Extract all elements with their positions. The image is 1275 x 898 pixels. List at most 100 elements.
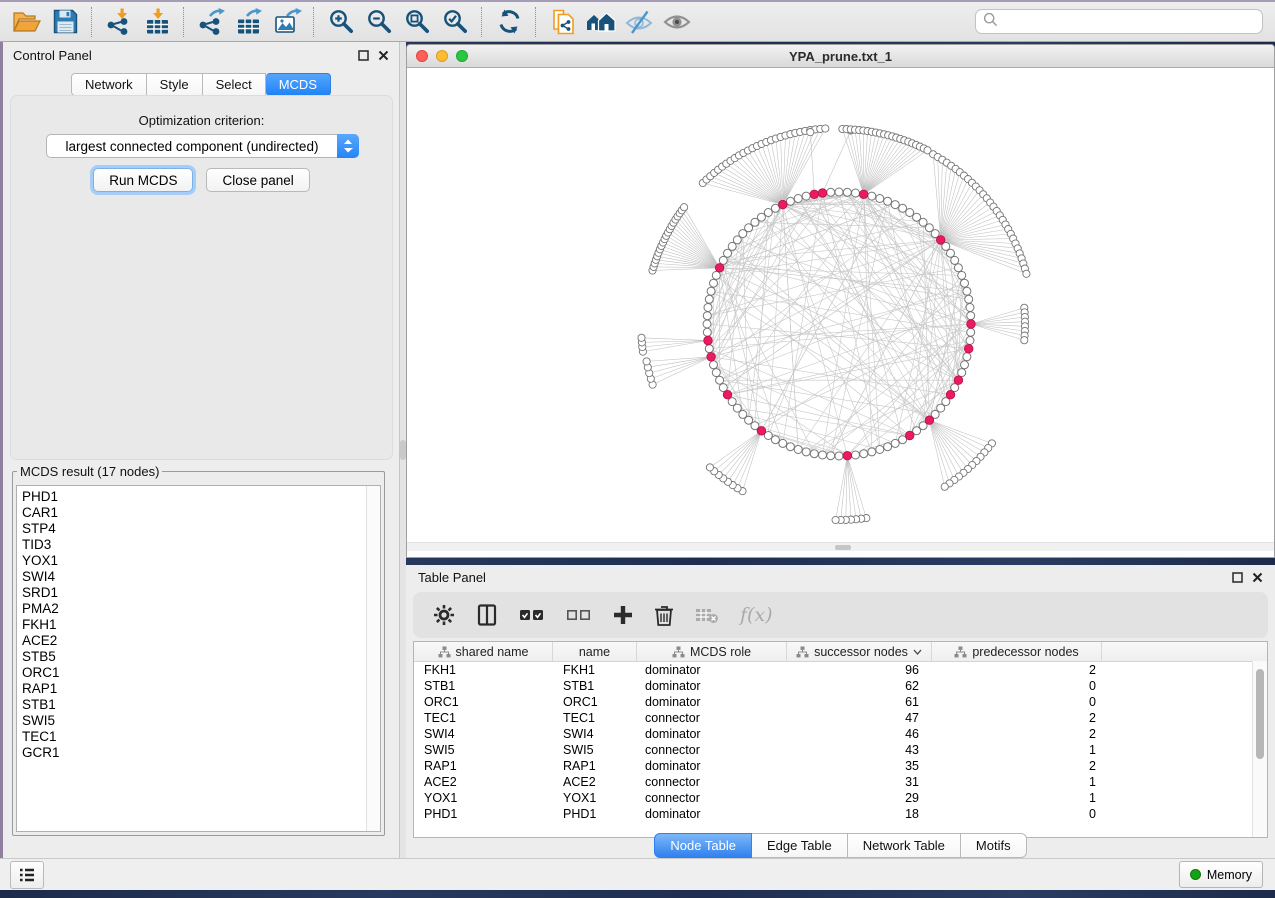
table-row[interactable]: SWI4SWI4dominator462 bbox=[414, 726, 1267, 742]
cell-successor: 43 bbox=[787, 743, 932, 757]
cell-successor: 61 bbox=[787, 695, 932, 709]
network-hscroll-thumb[interactable] bbox=[835, 545, 851, 550]
open-folder-icon[interactable] bbox=[8, 5, 46, 39]
close-panel-icon[interactable] bbox=[378, 50, 389, 61]
export-image-icon[interactable] bbox=[268, 5, 306, 39]
column-header-predecessor-nodes[interactable]: predecessor nodes bbox=[932, 642, 1102, 661]
close-table-panel-icon[interactable] bbox=[1252, 572, 1263, 583]
mcds-result-item[interactable]: TEC1 bbox=[22, 729, 367, 745]
table-row[interactable]: ORC1ORC1dominator610 bbox=[414, 694, 1267, 710]
tab-style[interactable]: Style bbox=[147, 73, 203, 96]
table-row[interactable]: TEC1TEC1connector472 bbox=[414, 710, 1267, 726]
delete-row-icon[interactable] bbox=[654, 604, 674, 626]
mcds-result-item[interactable]: PHD1 bbox=[22, 489, 367, 505]
column-header-MCDS-role[interactable]: MCDS role bbox=[637, 642, 787, 661]
mcds-result-box: PHD1CAR1STP4TID3YOX1SWI4SRD1PMA2FKH1ACE2… bbox=[16, 485, 381, 832]
zoom-in-icon[interactable] bbox=[322, 5, 360, 39]
add-row-icon[interactable] bbox=[613, 605, 633, 625]
settings-gear-icon[interactable] bbox=[433, 604, 455, 626]
tab-select[interactable]: Select bbox=[203, 73, 266, 96]
share-document-icon[interactable] bbox=[544, 5, 582, 39]
zoom-selected-icon[interactable] bbox=[436, 5, 474, 39]
import-network-icon[interactable] bbox=[100, 5, 138, 39]
export-table-icon[interactable] bbox=[230, 5, 268, 39]
mcds-result-item[interactable]: GCR1 bbox=[22, 745, 367, 761]
table-row[interactable]: YOX1YOX1connector291 bbox=[414, 790, 1267, 806]
float-panel-icon[interactable] bbox=[358, 50, 369, 61]
tab-network-table[interactable]: Network Table bbox=[848, 833, 961, 858]
column-header-name[interactable]: name bbox=[553, 642, 637, 661]
column-header-successor-nodes[interactable]: successor nodes bbox=[787, 642, 932, 661]
mcds-result-item[interactable]: SRD1 bbox=[22, 585, 367, 601]
mcds-result-item[interactable]: SWI5 bbox=[22, 713, 367, 729]
main-toolbar bbox=[0, 0, 1275, 42]
column-header-label: MCDS role bbox=[690, 645, 751, 659]
network-canvas[interactable] bbox=[407, 68, 1274, 551]
mcds-result-item[interactable]: TID3 bbox=[22, 537, 367, 553]
mcds-result-item[interactable]: SWI4 bbox=[22, 569, 367, 585]
show-all-icon[interactable] bbox=[658, 5, 696, 39]
table-row[interactable]: ACE2ACE2connector311 bbox=[414, 774, 1267, 790]
import-table-icon[interactable] bbox=[138, 5, 176, 39]
zoom-window-button[interactable] bbox=[456, 50, 468, 62]
first-neighbors-icon[interactable] bbox=[582, 5, 620, 39]
mcds-result-item[interactable]: FKH1 bbox=[22, 617, 367, 633]
mcds-result-item[interactable]: ACE2 bbox=[22, 633, 367, 649]
column-header-label: successor nodes bbox=[814, 645, 908, 659]
search-input[interactable] bbox=[1003, 13, 1255, 30]
cell-name: ORC1 bbox=[553, 695, 637, 709]
network-hscrollbar[interactable] bbox=[407, 542, 1274, 551]
search-box[interactable] bbox=[975, 9, 1263, 34]
cell-mcds_role: dominator bbox=[637, 679, 787, 693]
tab-edge-table[interactable]: Edge Table bbox=[752, 833, 848, 858]
refresh-icon[interactable] bbox=[490, 5, 528, 39]
optimization-criterion-label: Optimization criterion: bbox=[11, 113, 392, 128]
tab-node-table[interactable]: Node Table bbox=[654, 833, 752, 858]
show-columns-icon[interactable] bbox=[476, 604, 498, 626]
mcds-result-item[interactable]: CAR1 bbox=[22, 505, 367, 521]
mcds-result-item[interactable]: YOX1 bbox=[22, 553, 367, 569]
float-table-panel-icon[interactable] bbox=[1232, 572, 1243, 583]
zoom-out-icon[interactable] bbox=[360, 5, 398, 39]
delete-table-icon[interactable] bbox=[695, 606, 719, 624]
cell-shared_name: SWI5 bbox=[414, 743, 553, 757]
mcds-result-item[interactable]: RAP1 bbox=[22, 681, 367, 697]
mcds-result-scrollbar[interactable] bbox=[366, 486, 380, 831]
node-table-scroll-thumb[interactable] bbox=[1256, 669, 1264, 759]
task-history-button[interactable] bbox=[10, 861, 44, 889]
mcds-result-list[interactable]: PHD1CAR1STP4TID3YOX1SWI4SRD1PMA2FKH1ACE2… bbox=[17, 486, 367, 831]
table-row[interactable]: PHD1PHD1dominator180 bbox=[414, 806, 1267, 822]
mcds-result-item[interactable]: PMA2 bbox=[22, 601, 367, 617]
close-mcds-panel-button[interactable]: Close panel bbox=[206, 168, 309, 192]
tab-mcds[interactable]: MCDS bbox=[266, 73, 331, 96]
export-network-icon[interactable] bbox=[192, 5, 230, 39]
function-builder-icon[interactable]: f(x) bbox=[740, 604, 773, 626]
hide-selected-icon[interactable] bbox=[620, 5, 658, 39]
minimize-window-button[interactable] bbox=[436, 50, 448, 62]
table-row[interactable]: FKH1FKH1dominator962 bbox=[414, 662, 1267, 678]
run-mcds-button[interactable]: Run MCDS bbox=[93, 168, 193, 192]
mcds-result-item[interactable]: STB1 bbox=[22, 697, 367, 713]
table-panel-header: Table Panel bbox=[406, 565, 1275, 589]
tab-network[interactable]: Network bbox=[71, 73, 147, 96]
mcds-result-item[interactable]: ORC1 bbox=[22, 665, 367, 681]
table-row[interactable]: RAP1RAP1dominator352 bbox=[414, 758, 1267, 774]
memory-button[interactable]: Memory bbox=[1179, 861, 1263, 888]
mcds-result-item[interactable]: STB5 bbox=[22, 649, 367, 665]
close-window-button[interactable] bbox=[416, 50, 428, 62]
table-row[interactable]: STB1STB1dominator620 bbox=[414, 678, 1267, 694]
node-table[interactable]: shared namename MCDS role successor nodes p… bbox=[413, 641, 1268, 838]
zoom-fit-icon[interactable] bbox=[398, 5, 436, 39]
mcds-result-item[interactable]: STP4 bbox=[22, 521, 367, 537]
table-row[interactable]: SWI5SWI5connector431 bbox=[414, 742, 1267, 758]
save-icon[interactable] bbox=[46, 5, 84, 39]
select-all-icon[interactable] bbox=[519, 607, 545, 623]
control-panel-tabs: NetworkStyleSelectMCDS bbox=[3, 73, 399, 96]
column-header-shared-name[interactable]: shared name bbox=[414, 642, 553, 661]
optimization-criterion-select[interactable]: largest connected component (undirected) bbox=[46, 134, 359, 158]
network-graph[interactable] bbox=[407, 68, 1274, 543]
tab-motifs[interactable]: Motifs bbox=[961, 833, 1027, 858]
node-table-scrollbar[interactable] bbox=[1252, 661, 1267, 837]
deselect-all-icon[interactable] bbox=[566, 607, 592, 623]
network-window-titlebar[interactable]: YPA_prune.txt_1 bbox=[407, 45, 1274, 68]
